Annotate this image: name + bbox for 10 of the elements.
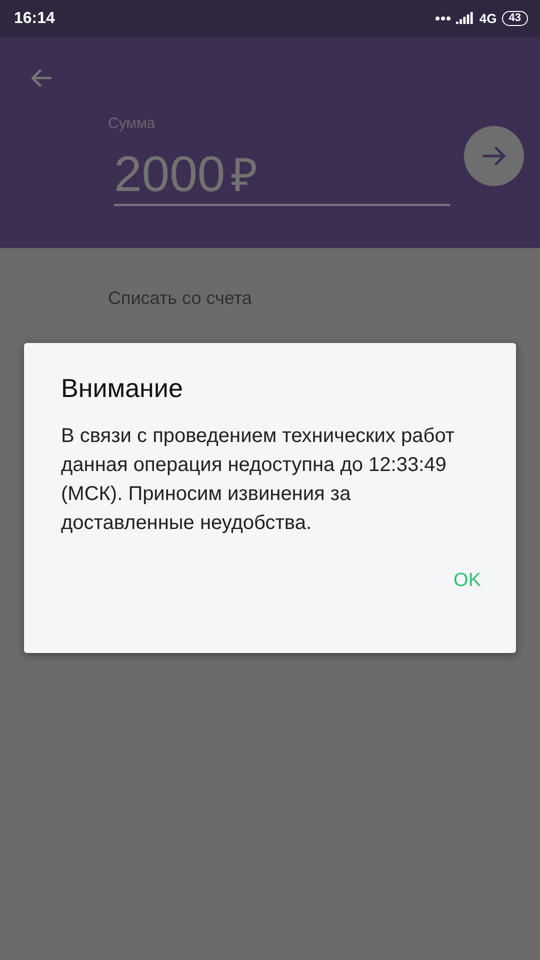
ok-button[interactable]: OK <box>444 564 491 598</box>
dialog-title: Внимание <box>61 373 184 404</box>
dialog-message: В связи с проведением технических работ данная операция недоступна до 12:33:49 (МСК). Приносим извинения за доставленные неудобства. <box>61 424 456 536</box>
network-type: 4G <box>479 11 497 26</box>
signal-icon <box>456 12 474 25</box>
account-label: Списать со счета <box>108 288 253 309</box>
more-dots-icon <box>435 16 452 21</box>
battery-level: 43 <box>502 11 528 26</box>
status-time: 16:14 <box>14 10 55 28</box>
amount-field[interactable]: 2000₽ <box>114 142 450 206</box>
